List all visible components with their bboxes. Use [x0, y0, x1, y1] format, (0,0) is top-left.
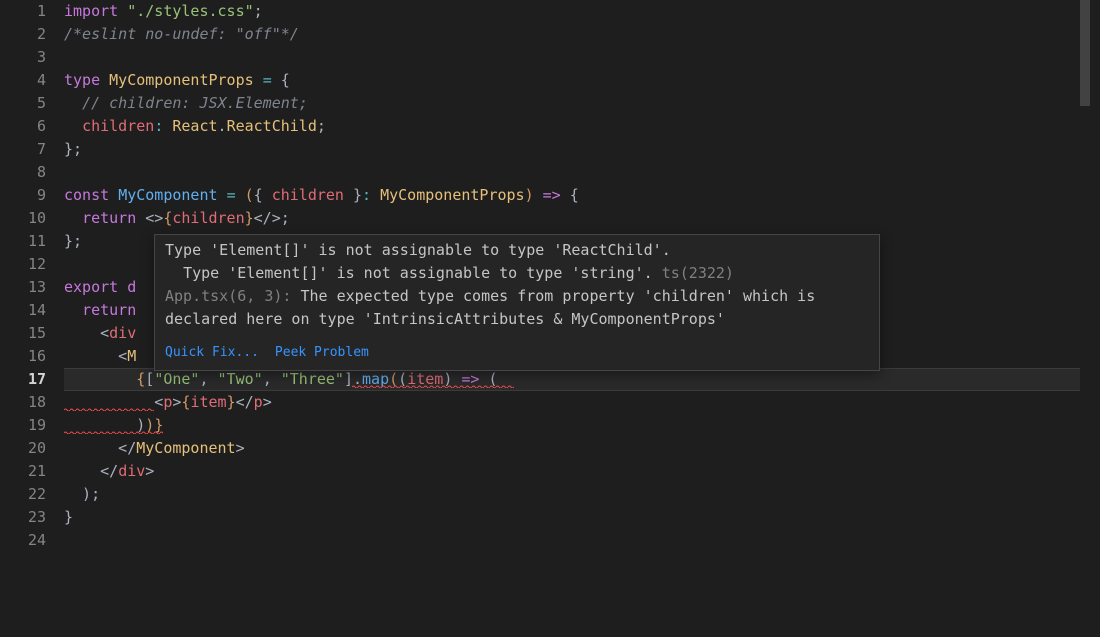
line-number: 4: [0, 69, 46, 92]
line-number: 10: [0, 207, 46, 230]
line-number: 14: [0, 299, 46, 322]
code-line[interactable]: <p>{item}</p>: [64, 391, 1090, 414]
line-number: 3: [0, 46, 46, 69]
peek-problem-link[interactable]: Peek Problem: [275, 345, 369, 360]
error-squiggle: [64, 431, 163, 437]
code-line[interactable]: const MyComponent = ({ children }: MyCom…: [64, 184, 1090, 207]
code-line[interactable]: import "./styles.css";: [64, 0, 1090, 23]
code-line[interactable]: };: [64, 138, 1090, 161]
line-number: 9: [0, 184, 46, 207]
line-number: 20: [0, 437, 46, 460]
line-number: 12: [0, 253, 46, 276]
hover-message: Type 'Element[]' is not assignable to ty…: [155, 239, 879, 337]
code-line[interactable]: {["One", "Two", "Three"].map((item) => (: [64, 368, 1090, 391]
code-line[interactable]: </MyComponent>: [64, 437, 1090, 460]
line-number: 17: [0, 368, 46, 391]
line-number: 16: [0, 345, 46, 368]
type-error-hover: Type 'Element[]' is not assignable to ty…: [154, 234, 880, 371]
line-number: 21: [0, 460, 46, 483]
code-line[interactable]: return <>{children}</>;: [64, 207, 1090, 230]
line-number: 18: [0, 391, 46, 414]
line-number: 6: [0, 115, 46, 138]
code-line[interactable]: [64, 529, 1090, 552]
code-editor[interactable]: 123456789101112131415161718192021222324 …: [0, 0, 1090, 637]
line-number: 15: [0, 322, 46, 345]
scrollbar-thumb[interactable]: [1080, 0, 1090, 106]
code-line[interactable]: type MyComponentProps = {: [64, 69, 1090, 92]
code-line[interactable]: </div>: [64, 460, 1090, 483]
line-number: 11: [0, 230, 46, 253]
code-line[interactable]: // children: JSX.Element;: [64, 92, 1090, 115]
line-number: 24: [0, 529, 46, 552]
scrollbar-track[interactable]: [1080, 0, 1090, 637]
line-number: 1: [0, 0, 46, 23]
line-number: 7: [0, 138, 46, 161]
quick-fix-link[interactable]: Quick Fix...: [165, 345, 259, 360]
code-line[interactable]: ))}: [64, 414, 1090, 437]
line-number-gutter: 123456789101112131415161718192021222324: [0, 0, 64, 637]
line-number: 5: [0, 92, 46, 115]
line-number: 23: [0, 506, 46, 529]
line-number: 22: [0, 483, 46, 506]
line-number: 8: [0, 161, 46, 184]
error-squiggle: [352, 385, 514, 391]
code-line[interactable]: children: React.ReactChild;: [64, 115, 1090, 138]
code-line[interactable]: [64, 46, 1090, 69]
code-area[interactable]: import "./styles.css";/*eslint no-undef:…: [64, 0, 1090, 637]
code-line[interactable]: [64, 161, 1090, 184]
code-line[interactable]: }: [64, 506, 1090, 529]
line-number: 2: [0, 23, 46, 46]
error-squiggle: [64, 408, 154, 414]
code-line[interactable]: /*eslint no-undef: "off"*/: [64, 23, 1090, 46]
line-number: 13: [0, 276, 46, 299]
code-line[interactable]: );: [64, 483, 1090, 506]
line-number: 19: [0, 414, 46, 437]
